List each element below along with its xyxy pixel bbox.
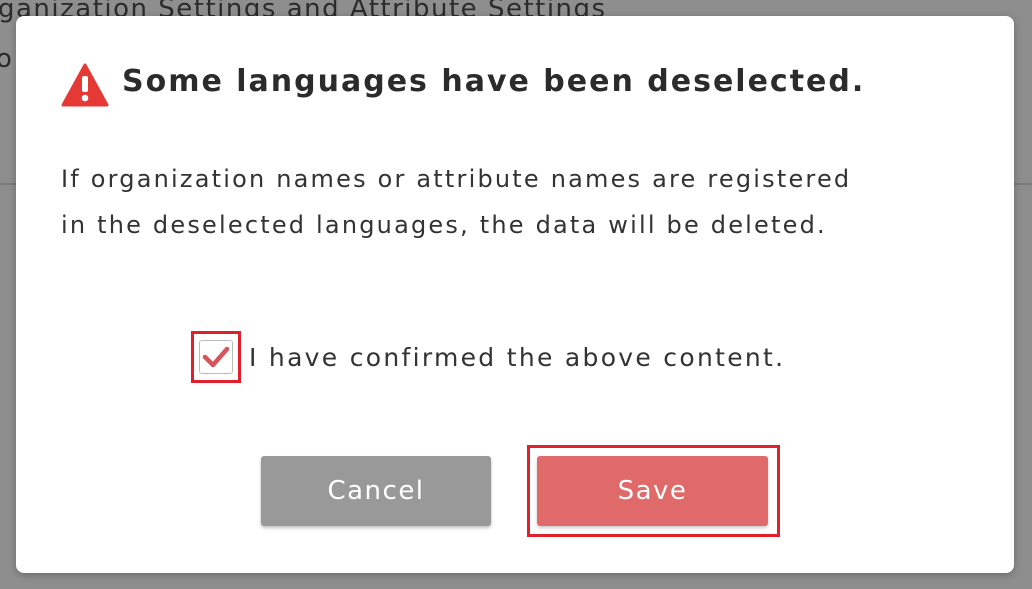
dialog-title: Some languages have been deselected. [122,64,866,99]
confirmation-dialog: Some languages have been deselected. If … [16,16,1014,573]
save-button[interactable]: Save [537,456,768,526]
checkmark-icon [202,346,230,368]
checkbox-highlight [191,331,241,383]
confirm-row: I have confirmed the above content. [191,328,785,386]
message-line: If organization names or attribute names… [61,165,852,193]
dialog-message: If organization names or attribute names… [61,156,961,248]
confirm-label[interactable]: I have confirmed the above content. [249,343,785,372]
confirm-checkbox[interactable] [199,340,233,374]
message-line: in the deselected languages, the data wi… [61,211,827,239]
warning-triangle-icon [61,63,109,107]
background-text: o [0,44,12,74]
cancel-button[interactable]: Cancel [261,456,491,526]
